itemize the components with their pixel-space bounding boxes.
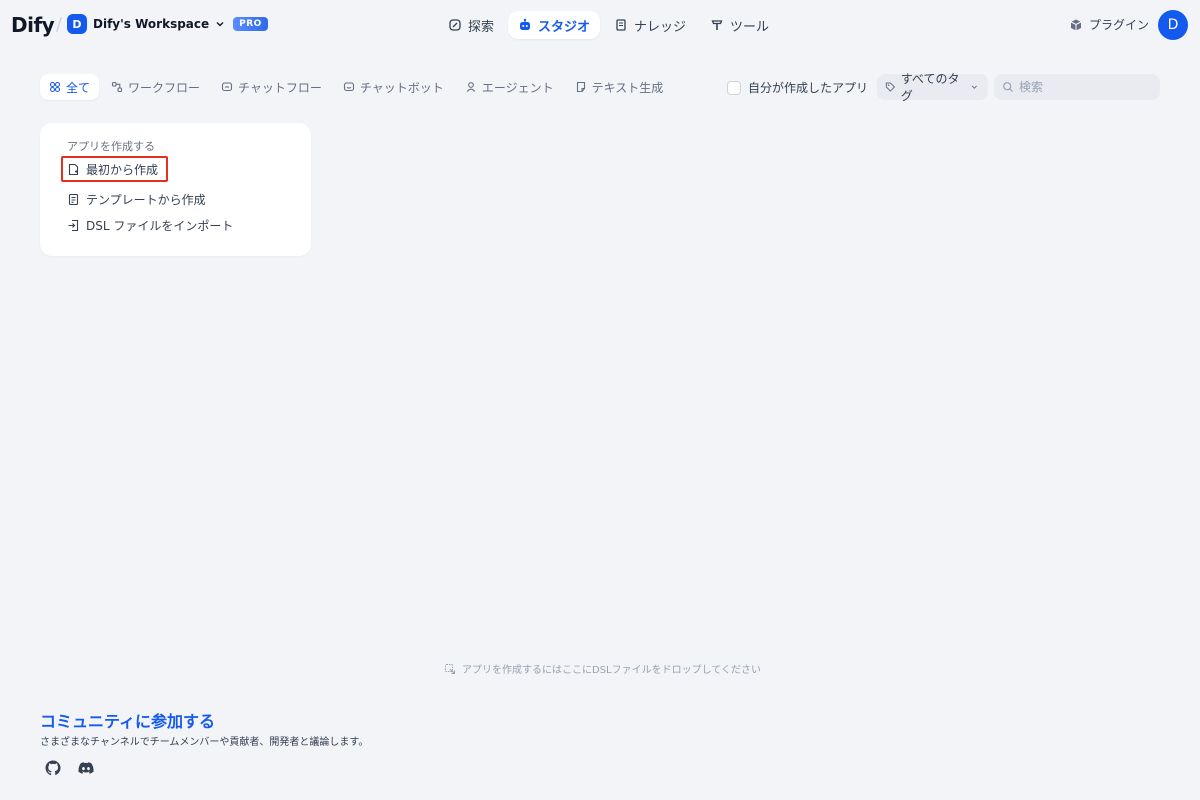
tab-chatflow[interactable]: チャットフロー xyxy=(212,74,331,100)
workflow-icon xyxy=(111,81,123,93)
created-by-me-label: 自分が作成したアプリ xyxy=(748,81,869,95)
import-icon xyxy=(68,219,79,232)
cube-icon xyxy=(1070,19,1082,30)
tab-workflow-label: ワークフロー xyxy=(128,80,201,95)
book-icon xyxy=(616,19,626,31)
community-subtitle: さまざまなチャンネルでチームメンバーや貢献者、開発者と議論します。 xyxy=(40,737,369,748)
tab-agent[interactable]: エージェント xyxy=(456,74,563,100)
nav-explore[interactable]: 探索 xyxy=(438,11,504,39)
create-from-blank-button[interactable]: 最初から作成 xyxy=(67,161,158,178)
agent-icon xyxy=(466,82,476,92)
tab-text-generation-label: テキスト生成 xyxy=(591,80,664,95)
user-avatar[interactable]: D xyxy=(1158,10,1188,40)
import-dsl-button[interactable]: DSL ファイルをインポート xyxy=(67,217,233,234)
template-icon xyxy=(68,193,79,206)
create-app-card: アプリを作成する 最初から作成 テンプレートから作成 DSL ファイルをインポー… xyxy=(40,123,311,256)
community-title: コミュニティに参加する xyxy=(40,712,216,731)
nav-explore-label: 探索 xyxy=(468,19,495,35)
breadcrumb-separator: / xyxy=(56,14,63,35)
plugins-label: プラグイン xyxy=(1089,18,1150,32)
nav-tools[interactable]: ツール xyxy=(700,11,779,39)
created-by-me-checkbox[interactable] xyxy=(727,80,741,95)
search-icon xyxy=(1003,82,1013,92)
create-from-blank-label: 最初から作成 xyxy=(86,163,159,177)
created-by-me-filter[interactable]: 自分が作成したアプリ xyxy=(727,79,868,96)
workspace-avatar: D xyxy=(67,14,87,34)
chat-icon xyxy=(343,82,354,92)
nav-tools-label: ツール xyxy=(730,19,770,35)
tag-filter-select[interactable]: すべてのタグ xyxy=(877,72,988,103)
logo-text: Dify xyxy=(11,13,55,37)
import-dsl-label: DSL ファイルをインポート xyxy=(86,219,234,233)
dsl-drop-hint: アプリを作成するにはここにDSLファイルをドロップしてください xyxy=(444,661,761,676)
drop-hint-text: アプリを作成するにはここにDSLファイルをドロップしてください xyxy=(462,665,762,676)
github-link[interactable] xyxy=(45,760,61,776)
robot-icon xyxy=(520,18,531,30)
discord-link[interactable] xyxy=(78,760,94,776)
tab-chatbot-label: チャットボット xyxy=(359,80,444,95)
tab-chatflow-label: チャットフロー xyxy=(238,80,322,95)
search-input[interactable] xyxy=(1019,80,1149,94)
drop-file-icon xyxy=(445,663,455,674)
chatflow-icon xyxy=(221,82,233,92)
github-icon xyxy=(45,760,61,776)
file-plus-icon xyxy=(68,163,79,176)
file-text-icon xyxy=(576,81,585,93)
plan-badge: PRO xyxy=(233,17,268,31)
tab-agent-label: エージェント xyxy=(481,80,554,95)
workspace-name: Dify's Workspace xyxy=(93,17,210,31)
app-type-tabs: 全て ワークフロー チャットフロー チャットボット エージェント テキスト生成 xyxy=(40,74,672,100)
tab-text-generation[interactable]: テキスト生成 xyxy=(566,74,673,100)
tab-all-label: 全て xyxy=(66,80,91,95)
compass-icon xyxy=(449,19,461,31)
tag-filter-label: すべてのタグ xyxy=(900,72,960,103)
tab-all[interactable]: 全て xyxy=(40,74,100,100)
main-nav: 探索 スタジオ ナレッジ ツール xyxy=(438,11,779,39)
chevron-down-icon xyxy=(972,85,978,89)
nav-knowledge[interactable]: ナレッジ xyxy=(604,11,696,39)
nav-knowledge-label: ナレッジ xyxy=(634,19,687,35)
search-box xyxy=(994,74,1160,100)
create-from-template-label: テンプレートから作成 xyxy=(86,193,206,207)
create-from-template-button[interactable]: テンプレートから作成 xyxy=(67,191,206,208)
plugins-button[interactable]: プラグイン xyxy=(1069,16,1149,33)
tab-workflow[interactable]: ワークフロー xyxy=(102,74,209,100)
tab-chatbot[interactable]: チャットボット xyxy=(334,74,453,100)
nav-studio-label: スタジオ xyxy=(538,19,591,35)
community-links xyxy=(45,760,94,776)
grid-icon xyxy=(49,81,61,93)
workspace-switcher[interactable]: D Dify's Workspace PRO xyxy=(67,14,268,34)
nav-studio[interactable]: スタジオ xyxy=(508,11,601,39)
chevron-down-icon xyxy=(216,22,224,27)
top-header: Dify / D Dify's Workspace PRO 探索 スタジオ ナレ… xyxy=(0,0,1200,50)
discord-icon xyxy=(78,762,94,774)
create-app-title: アプリを作成する xyxy=(67,140,155,153)
hammer-icon xyxy=(711,20,723,30)
tag-icon xyxy=(885,82,896,92)
dify-logo[interactable]: Dify xyxy=(11,13,55,37)
